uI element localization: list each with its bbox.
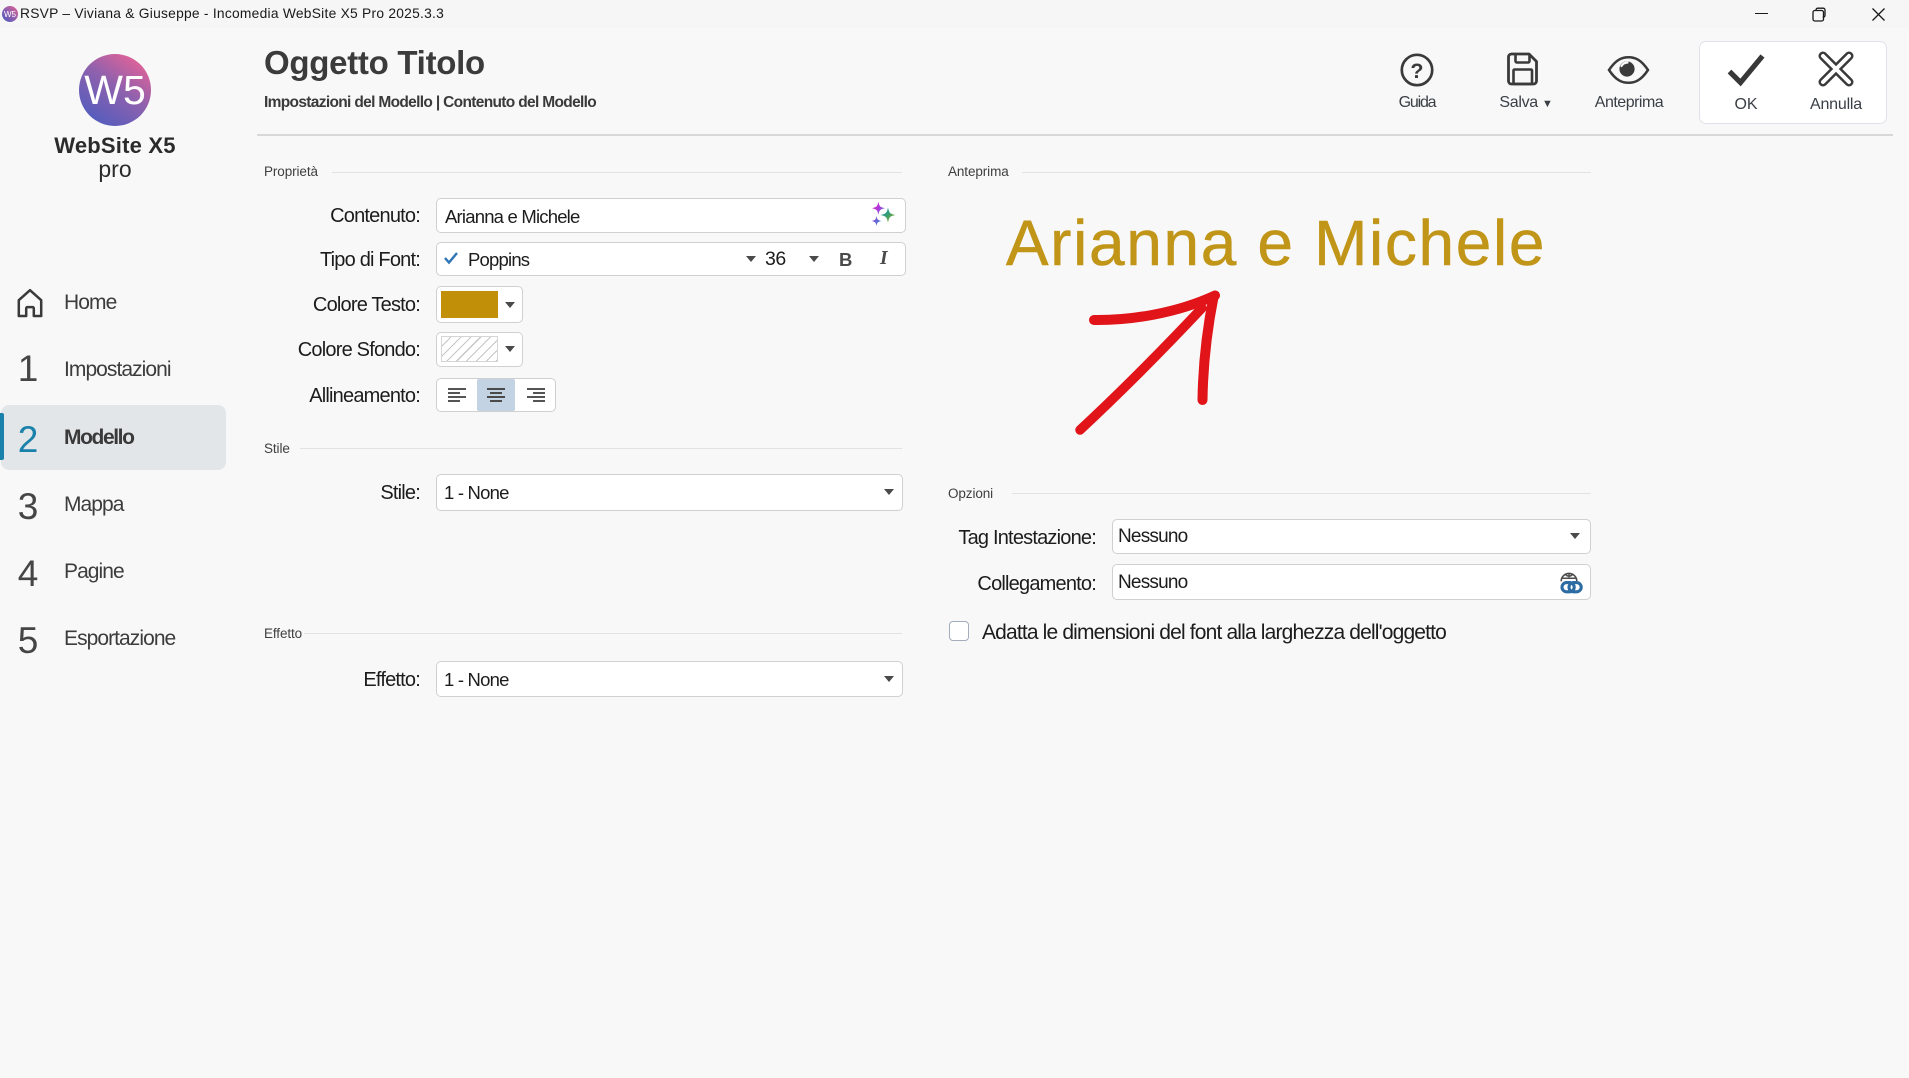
svg-text:W5: W5 xyxy=(4,10,17,19)
svg-text:W5: W5 xyxy=(84,67,146,113)
svg-text:?: ? xyxy=(1410,59,1423,83)
